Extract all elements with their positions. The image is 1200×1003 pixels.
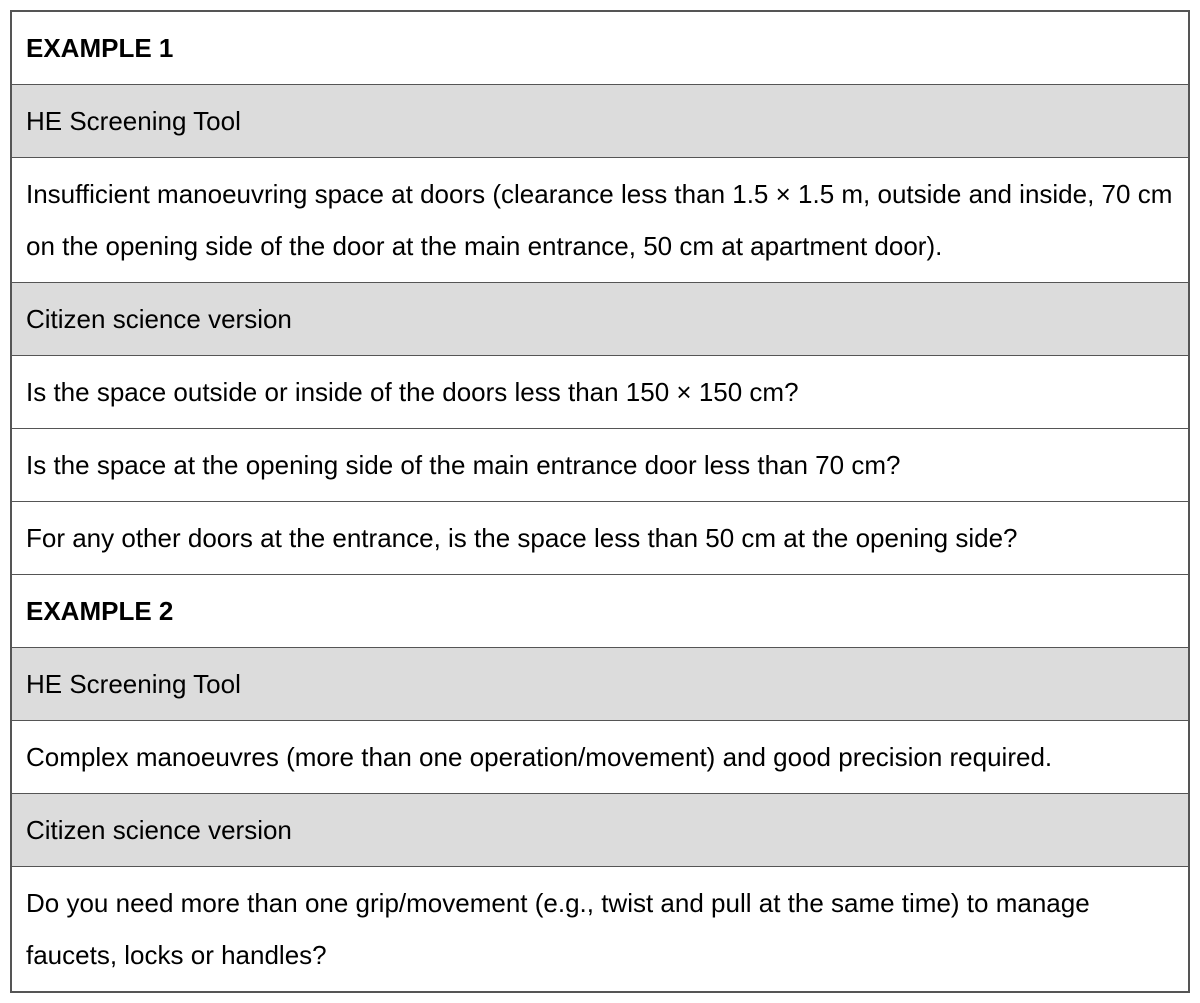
table-row: For any other doors at the entrance, is …	[11, 502, 1189, 575]
table-row: Do you need more than one grip/movement …	[11, 867, 1189, 993]
table-row: Complex manoeuvres (more than one operat…	[11, 721, 1189, 794]
table-row: HE Screening Tool	[11, 648, 1189, 721]
content-cell: Is the space at the opening side of the …	[11, 429, 1189, 502]
content-cell: Do you need more than one grip/movement …	[11, 867, 1189, 993]
section-label: Citizen science version	[11, 794, 1189, 867]
section-label: HE Screening Tool	[11, 85, 1189, 158]
content-cell: For any other doors at the entrance, is …	[11, 502, 1189, 575]
table-row: Is the space outside or inside of the do…	[11, 356, 1189, 429]
table-row: Citizen science version	[11, 794, 1189, 867]
section-label: HE Screening Tool	[11, 648, 1189, 721]
content-cell: Insufficient manoeuvring space at doors …	[11, 158, 1189, 283]
content-cell: Complex manoeuvres (more than one operat…	[11, 721, 1189, 794]
table-row: Insufficient manoeuvring space at doors …	[11, 158, 1189, 283]
table-row: HE Screening Tool	[11, 85, 1189, 158]
example-header: EXAMPLE 2	[11, 575, 1189, 648]
table-row: EXAMPLE 2	[11, 575, 1189, 648]
section-label: Citizen science version	[11, 283, 1189, 356]
table-row: EXAMPLE 1	[11, 11, 1189, 85]
table-row: Citizen science version	[11, 283, 1189, 356]
table-body: EXAMPLE 1 HE Screening Tool Insufficient…	[11, 11, 1189, 992]
example-header: EXAMPLE 1	[11, 11, 1189, 85]
examples-table: EXAMPLE 1 HE Screening Tool Insufficient…	[10, 10, 1190, 993]
table-row: Is the space at the opening side of the …	[11, 429, 1189, 502]
content-cell: Is the space outside or inside of the do…	[11, 356, 1189, 429]
